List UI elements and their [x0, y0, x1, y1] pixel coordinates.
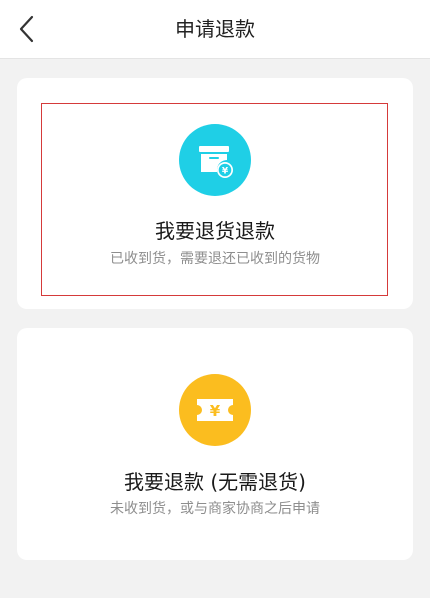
svg-text:¥: ¥ [210, 402, 221, 420]
svg-text:¥: ¥ [222, 167, 229, 177]
refund-only-option[interactable]: ¥ 我要退款 (无需退货) 未收到货，或与商家协商之后申请 [17, 328, 413, 560]
page-title: 申请退款 [175, 17, 255, 41]
nav-bar: 申请退款 [0, 0, 430, 59]
option-title: 我要退货退款 [155, 219, 275, 243]
box-yuan-icon: ¥ [179, 124, 251, 196]
ticket-yuan-icon: ¥ [179, 374, 251, 446]
return-and-refund-option[interactable]: ¥ 我要退货退款 已收到货，需要退还已收到的货物 [17, 78, 413, 309]
option-description: 未收到货，或与商家协商之后申请 [110, 501, 320, 517]
option-title: 我要退款 (无需退货) [124, 470, 306, 494]
option-description: 已收到货，需要退还已收到的货物 [110, 251, 320, 267]
